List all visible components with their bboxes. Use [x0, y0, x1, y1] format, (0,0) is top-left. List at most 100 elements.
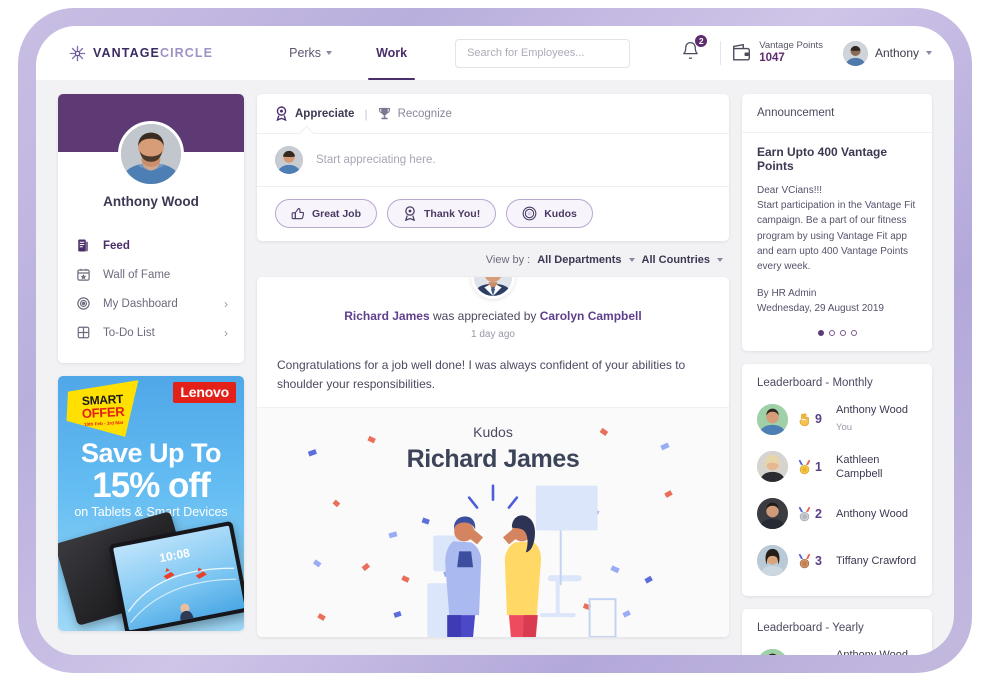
advertisement-banner[interactable]: Lenovo SMART OFFER 10th Feb - 3rd Mar Sa… — [58, 376, 244, 631]
post-avatar-image — [474, 277, 512, 296]
main-feed-column: Appreciate | Recognize Start appreciatin… — [257, 94, 729, 655]
logo-text-light: CIRCLE — [159, 46, 214, 60]
top-navigation-bar: VANTAGECIRCLE Perks Work 2 — [36, 26, 954, 80]
ad-headline-1: Save Up To — [80, 438, 222, 468]
tablet-screen: 10:08 — [113, 525, 244, 631]
avatar — [757, 498, 788, 530]
brand-logo[interactable]: VANTAGECIRCLE — [68, 44, 213, 63]
announcement-meta: By HR Admin Wednesday, 29 August 2019 — [757, 286, 917, 316]
leaderboard-monthly-card: Leaderboard - Monthly 9 Anthony Wood You… — [742, 364, 932, 597]
tab-recognize[interactable]: Recognize — [378, 106, 452, 121]
sidebar-item-feed[interactable]: Feed — [58, 231, 244, 260]
leaderboard-person: Anthony Wood You — [836, 403, 908, 435]
sidebar-item-my-dashboard[interactable]: My Dashboard › — [58, 289, 244, 318]
post-giver[interactable]: Carolyn Campbell — [540, 309, 642, 323]
chip-label: Great Job — [312, 207, 362, 220]
page-body: Anthony Wood Feed Wall of Fame My Dashbo… — [36, 80, 954, 655]
chip-kudos[interactable]: Kudos — [506, 199, 593, 228]
bronze-medal-icon — [798, 553, 811, 569]
carousel-dot-3[interactable] — [839, 330, 846, 337]
person-name: Anthony Wood — [836, 404, 908, 417]
rank-number: 3 — [815, 553, 822, 568]
leaderboard-avatar-image — [757, 498, 788, 530]
avatar — [757, 545, 788, 577]
chip-great-job[interactable]: Great Job — [275, 199, 378, 228]
gold-medal-icon — [798, 459, 811, 475]
ribbon-icon — [276, 106, 287, 121]
announcement-date: Wednesday, 29 August 2019 — [757, 303, 884, 315]
list-item[interactable]: 1 Kathleen Campbell — [757, 443, 917, 490]
logo-text-bold: VANTAGE — [93, 46, 160, 60]
composer-placeholder: Start appreciating here. — [316, 154, 436, 166]
leaderboard-person: Anthony Wood You — [836, 648, 908, 655]
chip-thank-you[interactable]: Thank You! — [387, 199, 497, 228]
carousel-dot-4[interactable] — [850, 330, 857, 337]
avatar — [757, 451, 788, 483]
post-message: Congratulations for a job well done! I w… — [277, 358, 686, 391]
profile-name: Anthony Wood — [103, 194, 199, 209]
view-by-label: View by : — [485, 254, 531, 266]
avatar — [757, 403, 788, 435]
leaderboard-avatar-image — [757, 649, 788, 655]
sidebar-item-label: Wall of Fame — [103, 268, 171, 281]
list-item[interactable]: 9 Anthony Wood You — [757, 640, 917, 655]
post-recipient[interactable]: Richard James — [344, 309, 429, 323]
vantage-points-widget[interactable]: Vantage Points 1047 — [731, 39, 823, 65]
tab-appreciate[interactable]: Appreciate — [275, 106, 354, 121]
rank-indicator: 1 — [797, 459, 827, 475]
composer-input-row[interactable]: Start appreciating here. — [257, 134, 729, 187]
leaderboard-yearly-rows: 9 Anthony Wood You — [742, 638, 932, 655]
nav-item-perks[interactable]: Perks — [267, 26, 354, 80]
filter-all-countries[interactable]: All Countries — [642, 254, 710, 266]
silver-medal-icon — [798, 506, 811, 522]
post-avatar[interactable] — [471, 277, 515, 299]
chevron-down-icon — [326, 51, 333, 55]
points-label: Vantage Points — [759, 39, 823, 51]
right-sidebar: Announcement Earn Upto 400 Vantage Point… — [742, 94, 932, 655]
list-item[interactable]: 3 Tiffany Crawford — [757, 537, 917, 584]
sidebar-item-label: Feed — [103, 239, 130, 252]
person-name: Kathleen Campbell — [836, 453, 883, 480]
profile-card: Anthony Wood Feed Wall of Fame My Dashbo… — [58, 94, 244, 363]
person-name: Tiffany Crawford — [836, 554, 917, 567]
nav-item-work[interactable]: Work — [354, 26, 429, 80]
trophy-icon — [378, 107, 390, 120]
list-item[interactable]: 2 Anthony Wood — [757, 490, 917, 537]
search-input[interactable] — [455, 38, 631, 68]
divider — [720, 41, 722, 65]
notifications-button[interactable]: 2 — [671, 34, 710, 65]
rank-number: 9 — [815, 412, 822, 427]
victory-hand-icon — [799, 413, 809, 426]
filter-all-departments[interactable]: All Departments — [537, 254, 621, 266]
carousel-dot-1[interactable] — [817, 330, 824, 337]
chevron-down-icon — [926, 51, 932, 55]
leaderboard-avatar-image — [757, 403, 788, 435]
post-headline: Richard James was appreciated by Carolyn… — [277, 309, 709, 323]
ad-offer-badge: SMART OFFER 10th Feb - 3rd Mar — [65, 380, 142, 440]
chevron-down-icon — [628, 258, 635, 262]
device-frame: VANTAGECIRCLE Perks Work 2 — [18, 8, 972, 673]
announcement-body: Earn Upto 400 Vantage Points Dear VCians… — [742, 133, 932, 351]
carousel-dot-2[interactable] — [828, 330, 835, 337]
user-menu[interactable]: Anthony — [842, 40, 932, 66]
leaderboard-avatar-image — [757, 451, 788, 483]
rank-number: 2 — [815, 506, 822, 521]
profile-avatar-image — [121, 124, 181, 184]
profile-avatar[interactable] — [118, 121, 184, 187]
announcement-card: Announcement Earn Upto 400 Vantage Point… — [742, 94, 932, 352]
announcement-title: Earn Upto 400 Vantage Points — [757, 145, 888, 173]
sidebar-item-to-do-list[interactable]: To-Do List › — [58, 318, 244, 347]
thumbs-up-icon — [291, 207, 305, 219]
sidebar-item-wall-of-fame[interactable]: Wall of Fame — [58, 260, 244, 289]
appreciation-composer: Appreciate | Recognize Start appreciatin… — [257, 94, 729, 241]
ad-headline-2: 15% off — [92, 466, 210, 505]
grid-icon — [77, 326, 90, 339]
chip-label: Thank You! — [424, 207, 481, 220]
list-item[interactable]: 9 Anthony Wood You — [757, 395, 917, 443]
sidebar-item-label: My Dashboard — [103, 297, 178, 310]
kudos-certificate: Kudos Richard James — [257, 407, 729, 638]
announcement-panel-title: Announcement — [742, 94, 932, 133]
left-sidebar: Anthony Wood Feed Wall of Fame My Dashbo… — [58, 94, 244, 655]
tab-label: Appreciate — [295, 107, 355, 120]
nav-item-label: Perks — [289, 46, 322, 60]
